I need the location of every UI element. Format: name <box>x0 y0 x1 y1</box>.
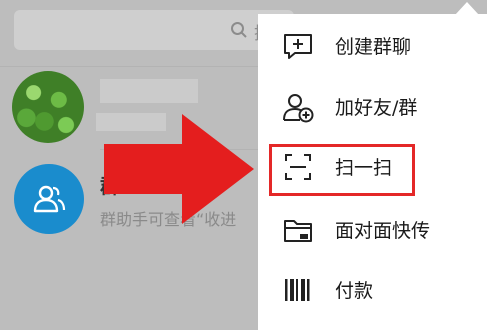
blurred-contact-name <box>100 79 198 103</box>
red-arrow-annotation <box>104 114 254 224</box>
menu-item-face-to-face-transfer[interactable]: 面对面快传 <box>258 200 487 260</box>
chat-list-screen: 搜 群 群助手可查看“收进 创建群聊 <box>0 0 487 330</box>
scan-highlight-box <box>269 144 415 196</box>
create-group-chat-icon <box>284 34 312 59</box>
search-bar[interactable]: 搜 <box>14 10 294 50</box>
avatar <box>12 71 84 143</box>
search-icon <box>231 22 247 38</box>
folder-transfer-icon <box>284 220 312 242</box>
menu-item-label: 创建群聊 <box>335 36 412 58</box>
menu-item-add-friend[interactable]: 加好友/群 <box>258 77 487 137</box>
menu-item-create-group-chat[interactable]: 创建群聊 <box>258 16 487 76</box>
menu-item-label: 付款 <box>335 280 374 302</box>
group-people-icon <box>33 185 66 213</box>
menu-item-label: 加好友/群 <box>335 97 418 119</box>
menu-item-payment[interactable]: 付款 <box>258 260 487 320</box>
barcode-pay-icon <box>285 279 310 301</box>
menu-item-label: 面对面快传 <box>335 220 431 242</box>
add-friend-icon <box>283 94 314 123</box>
group-assistant-avatar <box>14 164 84 234</box>
